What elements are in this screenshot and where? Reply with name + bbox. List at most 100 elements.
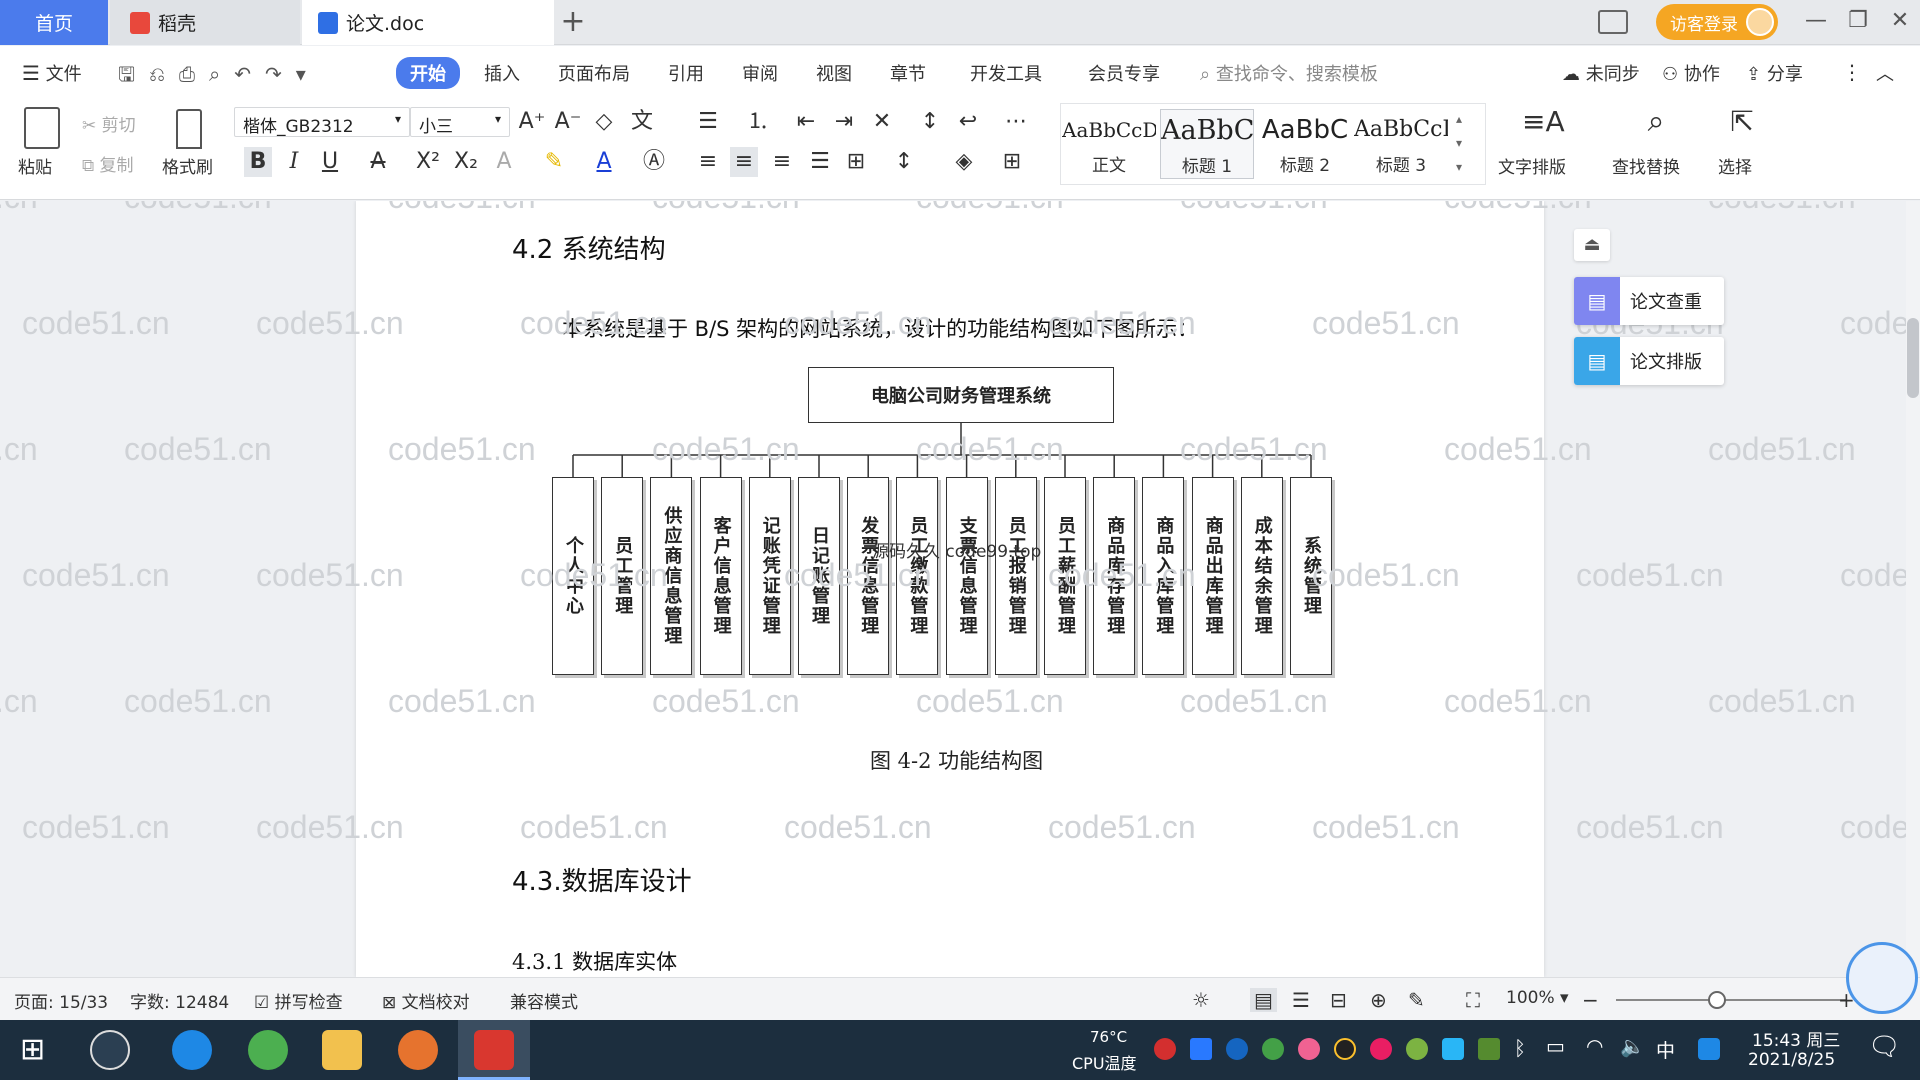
phonetic-icon[interactable]: 文 [628,107,656,137]
reading-view-icon[interactable]: ⊟ [1330,988,1347,1012]
thesis-check-button[interactable]: ▤ 论文查重 [1574,277,1724,325]
format-painter-icon[interactable] [176,109,202,149]
font-color-icon[interactable]: A [590,147,618,177]
pen-icon[interactable]: ✎ [1408,988,1425,1012]
clear-format-icon[interactable]: ◇ [590,107,618,137]
increase-indent-icon[interactable]: ⇥ [830,107,858,137]
collab-button[interactable]: ⚇ 协作 [1662,60,1720,86]
collapse-panel-icon[interactable]: ⏏ [1574,229,1610,261]
doc-proof-button[interactable]: ⊠ 文档校对 [382,988,470,1013]
bold-icon[interactable]: B [244,147,272,177]
more-icon[interactable]: ⋮ [1842,60,1862,84]
command-search[interactable]: ⌕ 查找命令、搜索模板 [1200,60,1378,86]
find-replace-label[interactable]: 查找替换 [1612,153,1680,178]
restore-button[interactable]: ❐ [1842,8,1874,33]
style-normal[interactable]: AaBbCcDd 正文 [1062,109,1156,179]
menu-review[interactable]: 审阅 [742,60,778,86]
menu-chapter[interactable]: 章节 [890,60,926,86]
tray-app-icon-4[interactable] [1298,1038,1320,1060]
assistant-avatar-icon[interactable] [1846,942,1918,1014]
ime-app-icon[interactable] [1698,1038,1720,1060]
tab-home[interactable]: 首页 [0,0,108,45]
line-spacing-icon[interactable]: ↕ [890,147,918,177]
zoom-slider[interactable] [1616,999,1846,1001]
notification-icon[interactable]: 🗨 [1868,1032,1901,1062]
superscript-icon[interactable]: X² [414,147,442,177]
app-mask-icon[interactable] [398,1030,438,1070]
shield-icon[interactable] [1226,1038,1248,1060]
bullet-list-icon[interactable]: ☰ [694,107,722,137]
menu-file[interactable]: ☰ 文件 [22,60,82,86]
text-effect-icon[interactable]: A [490,147,518,177]
style-scroll-icon[interactable]: ▴ ▾ ▾ [1456,107,1472,179]
style-heading-1[interactable]: AaBbC 标题 1 [1160,109,1254,179]
guest-login-button[interactable]: 访客登录 [1656,4,1778,40]
subscript-icon[interactable]: X₂ [452,147,480,177]
clock-time[interactable]: 15:43 周三 [1752,1026,1840,1051]
zoom-out-icon[interactable]: − [1582,988,1599,1012]
char-border-icon[interactable]: Ⓐ [640,147,668,177]
format-painter-label[interactable]: 格式刷 [162,153,213,178]
new-tab-button[interactable]: + [556,4,590,39]
decrease-indent-icon[interactable]: ⇤ [792,107,820,137]
sync-status[interactable]: ☁ 未同步 [1562,60,1640,86]
align-center-icon[interactable]: ≡ [730,147,758,177]
pinwheel-app-icon[interactable] [90,1030,130,1070]
justify-icon[interactable]: ☰ [806,147,834,177]
align-left-icon[interactable]: ≡ [694,147,722,177]
paste-icon[interactable] [24,107,60,149]
qq-icon[interactable] [1334,1038,1356,1060]
bluetooth-icon[interactable]: ᛒ [1514,1036,1526,1060]
text-layout-label[interactable]: 文字排版 [1498,153,1566,178]
tab-stops-icon[interactable]: ⋯ [1002,107,1030,137]
zoom-slider-handle[interactable] [1708,991,1726,1009]
strikethrough-icon[interactable]: A [364,147,392,177]
borders-icon[interactable]: ⊞ [998,147,1026,177]
menu-page-layout[interactable]: 页面布局 [558,60,630,86]
tray-app-icon-3[interactable] [1262,1038,1284,1060]
tab-document[interactable]: 论文.doc [302,0,554,45]
windows-start-icon[interactable]: ⊞ [20,1032,45,1067]
copy-button[interactable]: ⧉ 复制 [82,151,134,176]
menu-view[interactable]: 视图 [816,60,852,86]
layout-switch-icon[interactable] [1598,10,1628,34]
cursor-select-icon[interactable]: ⇱ [1722,107,1762,137]
numbered-list-icon[interactable]: ⒈ [744,107,772,137]
close-button[interactable]: ✕ [1884,8,1916,33]
distribute-icon[interactable]: ⊞ [842,147,870,177]
battery-icon[interactable]: ▭ [1546,1034,1565,1058]
outline-view-icon[interactable]: ☰ [1292,988,1310,1012]
ie-browser-icon[interactable] [172,1030,212,1070]
browser-360-icon[interactable] [248,1030,288,1070]
cut-button[interactable]: ✂ 剪切 [82,111,136,136]
scrollbar-thumb[interactable] [1907,318,1919,398]
wps-taskbar-item[interactable] [458,1020,530,1080]
menu-references[interactable]: 引用 [668,60,704,86]
zoom-level[interactable]: 100% ▾ [1506,988,1569,1008]
font-family-select[interactable]: 楷体_GB2312 ▾ [234,107,410,137]
magnifier-icon[interactable]: ⌕ [1636,107,1676,137]
menu-insert[interactable]: 插入 [484,60,520,86]
share-button[interactable]: ⇪ 分享 [1746,60,1803,86]
file-explorer-icon[interactable] [322,1030,362,1070]
align-right-icon[interactable]: ≡ [768,147,796,177]
tray-app-icon-2[interactable] [1190,1038,1212,1060]
italic-icon[interactable]: I [280,147,308,177]
ime-indicator[interactable]: 中 [1656,1036,1675,1063]
fit-page-icon[interactable]: ⛶ [1466,988,1480,1012]
paste-label[interactable]: 粘贴 [18,153,52,178]
style-heading-2[interactable]: AaBbC 标题 2 [1258,109,1352,179]
chinese-layout-icon[interactable]: ✕ [868,107,896,137]
tray-app-icon-1[interactable] [1154,1038,1176,1060]
tab-daoke[interactable]: 稻壳 [110,0,300,45]
font-size-select[interactable]: 小三 ▾ [410,107,510,137]
underline-icon[interactable]: U [316,147,344,177]
spell-check-button[interactable]: ☑ 拼写检查 [254,988,343,1013]
volume-icon[interactable]: 🔈 [1620,1034,1645,1058]
highlight-icon[interactable]: ✎ [540,147,568,177]
eye-protect-icon[interactable]: ☼ [1192,988,1210,1012]
menu-dev-tools[interactable]: 开发工具 [970,60,1042,86]
page-indicator[interactable]: 页面: 15/33 [14,988,108,1013]
word-count[interactable]: 字数: 12484 [130,988,229,1013]
web-view-icon[interactable]: ⊕ [1370,988,1387,1012]
